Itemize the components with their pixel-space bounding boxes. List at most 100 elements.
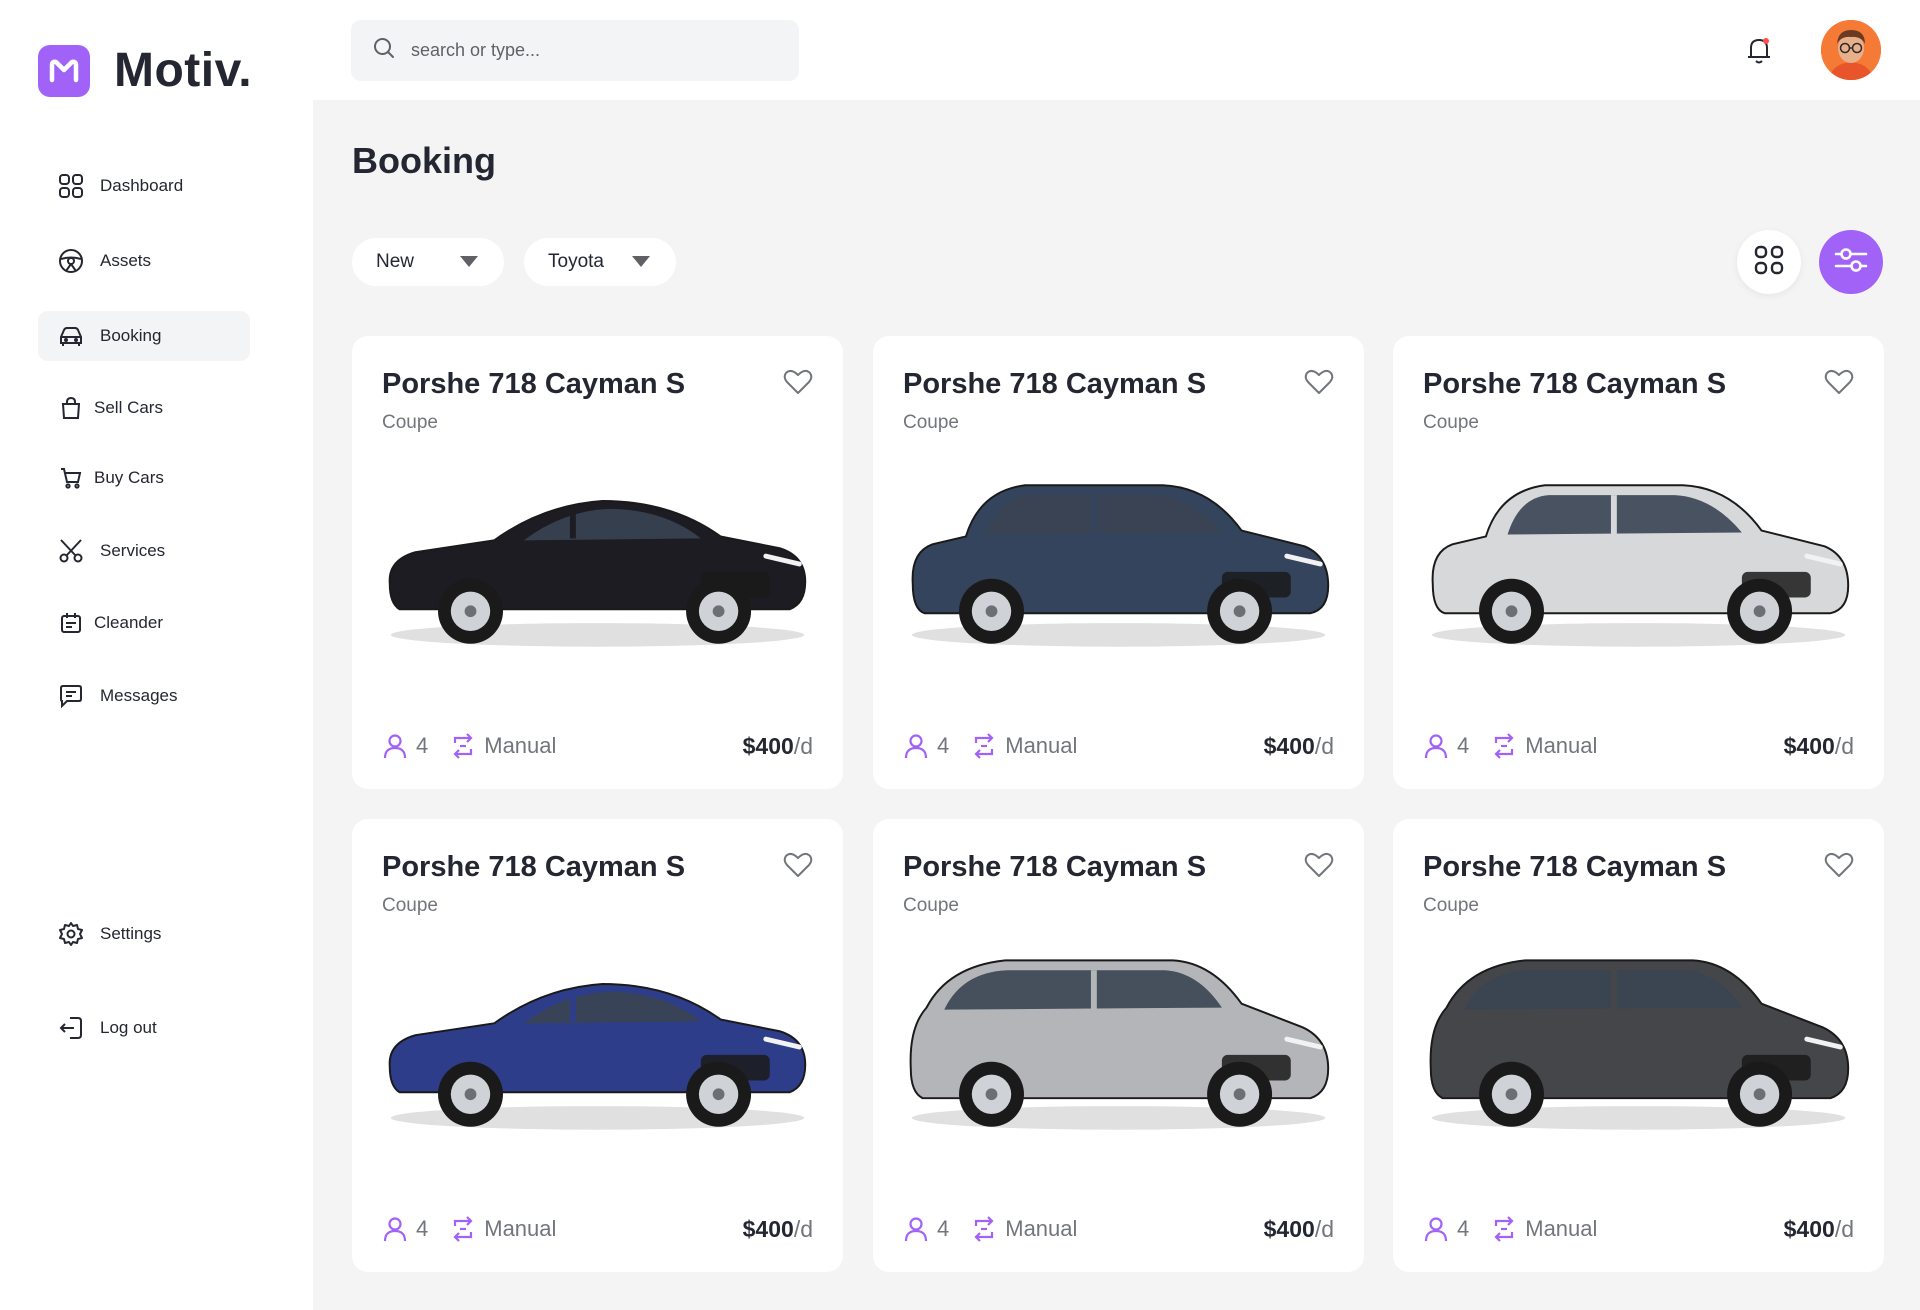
- price: $400/d: [1784, 733, 1854, 760]
- car-title: Porshe 718 Cayman S: [1423, 368, 1727, 400]
- car-specs: 4 Manual $400/d: [903, 1214, 1334, 1244]
- price-unit: /d: [1314, 1215, 1334, 1242]
- sidebar-item-sell-cars[interactable]: Sell Cars: [38, 383, 250, 433]
- seat-count: 4: [937, 1216, 950, 1241]
- person-icon: [1423, 733, 1449, 759]
- heart-icon[interactable]: [783, 851, 813, 879]
- car-card[interactable]: Porshe 718 Cayman S Coupe 4 Manual $400/…: [873, 819, 1364, 1272]
- sidebar-item-dashboard[interactable]: Dashboard: [38, 161, 250, 211]
- sidebar-item-label: Sell Cars: [94, 398, 163, 417]
- sidebar-item-label: Services: [100, 541, 166, 560]
- price: $400/d: [743, 1216, 813, 1243]
- car-card[interactable]: Porshe 718 Cayman S Coupe 4 Manual $400/…: [1393, 336, 1884, 789]
- price-unit: /d: [1834, 1215, 1854, 1242]
- sidebar-item-label: Settings: [100, 924, 162, 943]
- transmission-type: Manual: [1525, 733, 1598, 758]
- seat-count: 4: [937, 733, 950, 758]
- car-card[interactable]: Porshe 718 Cayman S Coupe 4 Manual $400/…: [1393, 819, 1884, 1272]
- price-unit: /d: [1834, 732, 1854, 759]
- transmission-icon: [971, 733, 997, 759]
- price-unit: /d: [793, 732, 813, 759]
- calendar-icon: [58, 610, 84, 636]
- transmission-icon: [971, 1216, 997, 1242]
- price-unit: /d: [1314, 732, 1334, 759]
- grid-view-button[interactable]: [1737, 230, 1801, 294]
- car-image: [897, 947, 1340, 1147]
- shopping-cart-icon: [58, 465, 84, 491]
- person-icon: [1423, 1216, 1449, 1242]
- price: $400/d: [743, 733, 813, 760]
- user-avatar[interactable]: [1821, 20, 1881, 80]
- sidebar-item-label: Messages: [100, 686, 178, 705]
- car-card[interactable]: Porshe 718 Cayman S Coupe 4 Manual $400/…: [352, 819, 843, 1272]
- filter-settings-button[interactable]: [1819, 230, 1883, 294]
- price-value: $400: [742, 1215, 794, 1242]
- seat-count: 4: [416, 733, 429, 758]
- shopping-bag-icon: [58, 395, 84, 421]
- price: $400/d: [1264, 733, 1334, 760]
- condition-dropdown[interactable]: New: [352, 238, 504, 286]
- message-icon: [58, 683, 84, 709]
- car-type: Coupe: [1423, 895, 1479, 916]
- sidebar-item-settings[interactable]: Settings: [38, 909, 250, 959]
- price-value: $400: [742, 732, 794, 759]
- sidebar-item-messages[interactable]: Messages: [38, 671, 250, 721]
- sidebar-item-booking[interactable]: Booking: [38, 311, 250, 361]
- sidebar-item-buy-cars[interactable]: Buy Cars: [38, 453, 250, 503]
- car-type: Coupe: [1423, 412, 1479, 433]
- dropdown-value: Toyota: [548, 251, 604, 272]
- heart-icon[interactable]: [1824, 851, 1854, 879]
- car-specs: 4 Manual $400/d: [382, 1214, 813, 1244]
- person-icon: [382, 733, 408, 759]
- person-icon: [903, 733, 929, 759]
- caret-down-icon: [460, 256, 478, 267]
- search-input[interactable]: [411, 40, 791, 61]
- car-type: Coupe: [382, 895, 438, 916]
- sidebar-item-calendar[interactable]: Cleander: [38, 598, 250, 648]
- car-specs: 4 Manual $400/d: [1423, 1214, 1854, 1244]
- transmission-type: Manual: [484, 1216, 557, 1241]
- transmission-type: Manual: [1525, 1216, 1598, 1241]
- heart-icon[interactable]: [1304, 851, 1334, 879]
- sidebar-item-assets[interactable]: Assets: [38, 236, 250, 286]
- heart-icon[interactable]: [783, 368, 813, 396]
- dashboard-grid-icon: [58, 173, 84, 199]
- steering-wheel-icon: [58, 248, 84, 274]
- car-image: [897, 464, 1340, 664]
- logout-button[interactable]: Log out: [38, 1003, 250, 1053]
- car-title: Porshe 718 Cayman S: [903, 851, 1207, 883]
- car-title: Porshe 718 Cayman S: [1423, 851, 1727, 883]
- car-title: Porshe 718 Cayman S: [382, 368, 686, 400]
- sidebar-item-label: Cleander: [94, 613, 163, 632]
- car-icon: [58, 323, 84, 349]
- transmission-icon: [1491, 733, 1517, 759]
- heart-icon[interactable]: [1824, 368, 1854, 396]
- car-image: [1417, 947, 1860, 1147]
- brand-dropdown[interactable]: Toyota: [524, 238, 676, 286]
- scissors-icon: [58, 538, 84, 564]
- notification-bell-icon[interactable]: [1741, 32, 1777, 68]
- price-value: $400: [1263, 732, 1315, 759]
- car-type: Coupe: [903, 895, 959, 916]
- heart-icon[interactable]: [1304, 368, 1334, 396]
- caret-down-icon: [632, 256, 650, 267]
- top-bar: [313, 0, 1920, 100]
- car-card[interactable]: Porshe 718 Cayman S Coupe 4 Manual $400/…: [873, 336, 1364, 789]
- transmission-icon: [450, 1216, 476, 1242]
- brand-logo[interactable]: Motiv.: [38, 43, 252, 98]
- car-card[interactable]: Porshe 718 Cayman S Coupe 4 Manual $400/…: [352, 336, 843, 789]
- grid-icon: [1753, 244, 1785, 281]
- car-title: Porshe 718 Cayman S: [903, 368, 1207, 400]
- person-icon: [903, 1216, 929, 1242]
- sidebar-item-services[interactable]: Services: [38, 526, 250, 576]
- transmission-type: Manual: [1005, 733, 1078, 758]
- brand-name: Motiv.: [114, 44, 253, 97]
- gear-icon: [58, 921, 84, 947]
- car-image: [376, 464, 819, 664]
- logout-icon: [58, 1015, 84, 1041]
- transmission-type: Manual: [484, 733, 557, 758]
- sidebar-item-label: Booking: [100, 326, 162, 345]
- search-box[interactable]: [351, 20, 799, 81]
- sidebar-item-label: Assets: [100, 251, 152, 270]
- price: $400/d: [1264, 1216, 1334, 1243]
